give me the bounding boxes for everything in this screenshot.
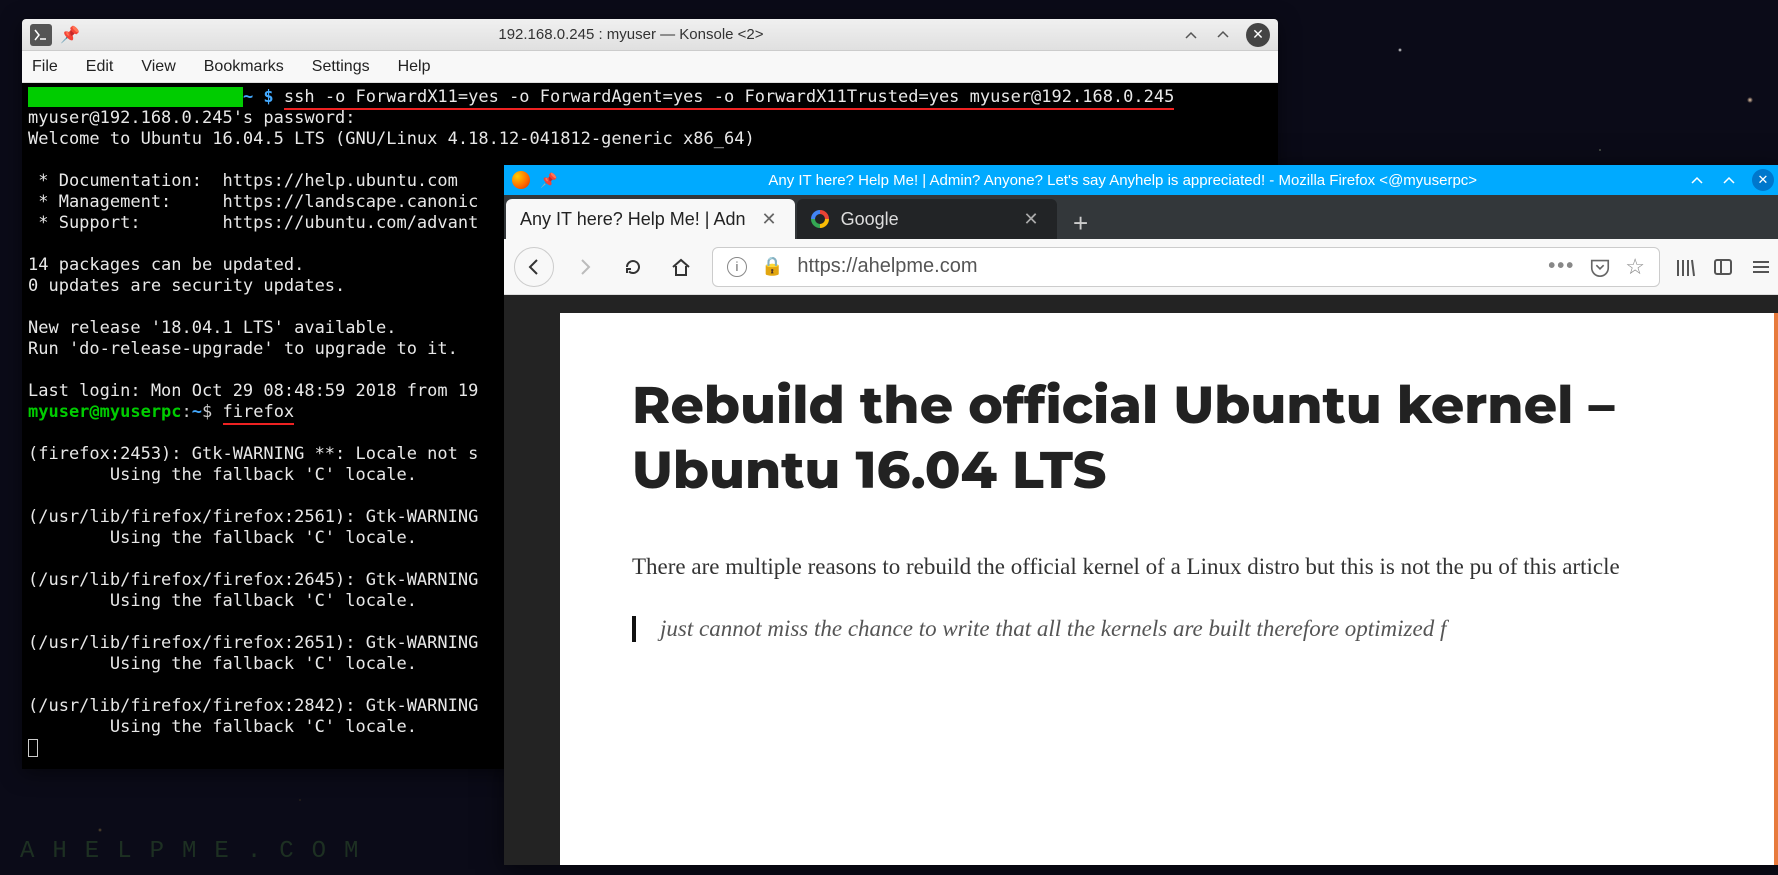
term-line: 0 updates are security updates. — [28, 276, 345, 296]
term-line: Using the fallback 'C' locale. — [28, 528, 417, 548]
nav-toolbar: i 🔒 https://ahelpme.com ••• ☆ — [504, 239, 1778, 295]
tab-label: Any IT here? Help Me! | Adn — [520, 209, 745, 230]
lock-icon: 🔒 — [761, 256, 783, 277]
firefox-icon — [512, 171, 530, 189]
ssh-command: ssh -o ForwardX11=yes -o ForwardAgent=ye… — [284, 87, 1174, 110]
back-button[interactable] — [514, 247, 554, 287]
google-favicon-icon — [811, 210, 829, 228]
pin-icon[interactable]: 📌 — [60, 25, 80, 45]
terminal-icon — [30, 24, 52, 46]
menu-bookmarks[interactable]: Bookmarks — [204, 58, 284, 76]
term-line: * Support: https://ubuntu.com/advant — [28, 213, 478, 233]
term-line: (/usr/lib/firefox/firefox:2842): Gtk-WAR… — [28, 696, 478, 716]
article-blockquote: just cannot miss the chance to write tha… — [632, 616, 1702, 642]
term-line: (/usr/lib/firefox/firefox:2561): Gtk-WAR… — [28, 507, 478, 527]
firefox-title: Any IT here? Help Me! | Admin? Anyone? L… — [557, 172, 1688, 189]
new-tab-button[interactable]: + — [1059, 208, 1103, 239]
term-line: myuser@192.168.0.245's password: — [28, 108, 356, 128]
tab-close-icon[interactable]: ✕ — [1019, 205, 1042, 234]
term-line: (/usr/lib/firefox/firefox:2645): Gtk-WAR… — [28, 570, 478, 590]
bookmark-star-icon[interactable]: ☆ — [1625, 254, 1645, 280]
url-bar[interactable]: i 🔒 https://ahelpme.com ••• ☆ — [712, 247, 1660, 287]
cursor-icon — [28, 739, 38, 757]
watermark-text: AHELPME.COM — [20, 838, 376, 865]
home-button[interactable] — [664, 250, 698, 284]
term-line: Using the fallback 'C' locale. — [28, 717, 417, 737]
menu-view[interactable]: View — [141, 58, 175, 76]
tab-google[interactable]: Google ✕ — [797, 199, 1057, 239]
prompt-path: ~ — [192, 402, 202, 422]
article-paragraph: There are multiple reasons to rebuild th… — [632, 549, 1702, 586]
term-line: Last login: Mon Oct 29 08:48:59 2018 fro… — [28, 381, 478, 401]
site-info-icon[interactable]: i — [727, 257, 747, 277]
hidden-prompt: xxxxx@xxxxxxxxxxxxxx — [28, 87, 243, 107]
firefox-command: firefox — [223, 402, 295, 425]
article-heading: Rebuild the official Ubuntu ker­nel – Ub… — [632, 373, 1702, 503]
term-line: Using the fallback 'C' locale. — [28, 654, 417, 674]
term-line: * Documentation: https://help.ubuntu.com — [28, 171, 458, 191]
term-line: Using the fallback 'C' locale. — [28, 591, 417, 611]
maximize-button[interactable] — [1214, 26, 1232, 44]
tab-label: Google — [841, 209, 1008, 230]
firefox-window: 📌 Any IT here? Help Me! | Admin? Anyone?… — [504, 165, 1778, 865]
term-line: Welcome to Ubuntu 16.04.5 LTS (GNU/Linux… — [28, 129, 755, 149]
term-line: (/usr/lib/firefox/firefox:2651): Gtk-WAR… — [28, 633, 478, 653]
tab-close-icon[interactable]: ✕ — [757, 205, 780, 234]
term-line: 14 packages can be updated. — [28, 255, 304, 275]
sidebar-icon[interactable] — [1712, 256, 1734, 278]
pin-icon[interactable]: 📌 — [540, 172, 557, 189]
tab-ahelpme[interactable]: Any IT here? Help Me! | Adn ✕ — [506, 199, 795, 239]
tab-strip: Any IT here? Help Me! | Adn ✕ Google ✕ + — [504, 195, 1778, 239]
close-button[interactable]: ✕ — [1246, 23, 1270, 47]
page-actions-icon[interactable]: ••• — [1548, 255, 1575, 278]
term-line: * Management: https://landscape.canonic — [28, 192, 478, 212]
pocket-icon[interactable] — [1589, 256, 1611, 278]
page-viewport[interactable]: Rebuild the official Ubuntu ker­nel – Ub… — [504, 295, 1778, 865]
minimize-button[interactable] — [1688, 171, 1706, 189]
article-content: Rebuild the official Ubuntu ker­nel – Ub… — [560, 313, 1778, 865]
hamburger-menu-icon[interactable] — [1750, 256, 1772, 278]
maximize-button[interactable] — [1720, 171, 1738, 189]
menu-settings[interactable]: Settings — [312, 58, 370, 76]
term-line: New release '18.04.1 LTS' available. — [28, 318, 396, 338]
close-button[interactable]: ✕ — [1752, 169, 1774, 191]
prompt-user: myuser@myuserpc — [28, 402, 182, 422]
term-line: Using the fallback 'C' locale. — [28, 465, 417, 485]
forward-button[interactable] — [568, 250, 602, 284]
library-icon[interactable] — [1674, 256, 1696, 278]
minimize-button[interactable] — [1182, 26, 1200, 44]
menu-edit[interactable]: Edit — [86, 58, 114, 76]
menu-help[interactable]: Help — [398, 58, 431, 76]
menu-file[interactable]: File — [32, 58, 58, 76]
term-line: Run 'do-release-upgrade' to upgrade to i… — [28, 339, 458, 359]
konsole-menubar: File Edit View Bookmarks Settings Help — [22, 51, 1278, 83]
konsole-title: 192.168.0.245 : myuser — Konsole <2> — [80, 26, 1182, 43]
konsole-titlebar[interactable]: 📌 192.168.0.245 : myuser — Konsole <2> ✕ — [22, 19, 1278, 51]
firefox-titlebar[interactable]: 📌 Any IT here? Help Me! | Admin? Anyone?… — [504, 165, 1778, 195]
term-line: (firefox:2453): Gtk-WARNING **: Locale n… — [28, 444, 478, 464]
reload-button[interactable] — [616, 250, 650, 284]
url-text: https://ahelpme.com — [797, 255, 1534, 278]
